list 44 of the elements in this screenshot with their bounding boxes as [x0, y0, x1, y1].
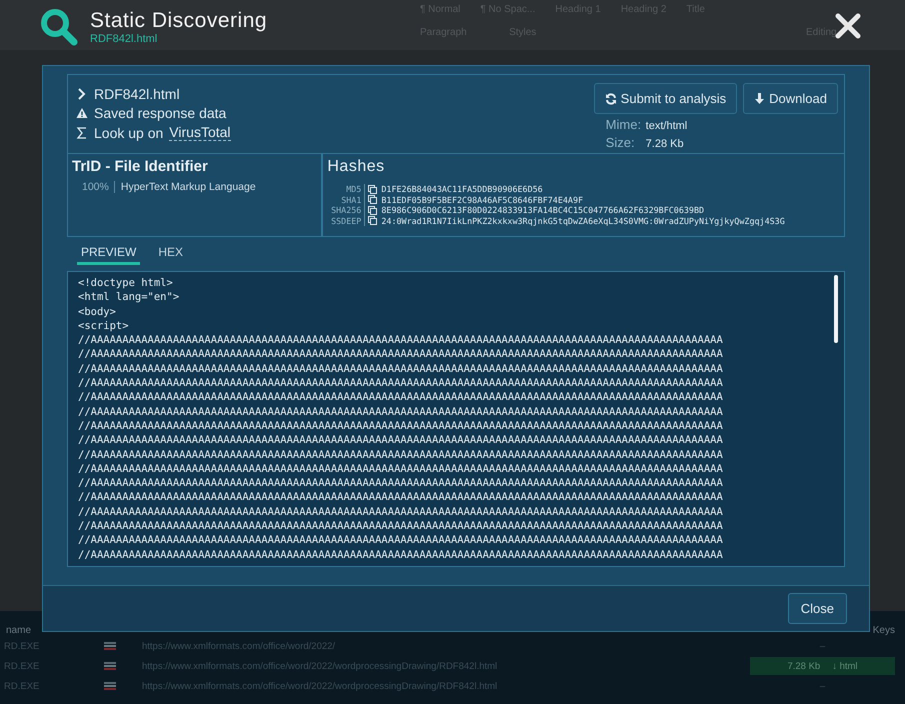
- size-label: Size:: [606, 135, 636, 150]
- warning-icon: [76, 107, 88, 119]
- hash-label: SSDEEP: [327, 216, 366, 226]
- hash-value: 8E986C906D0C6213F80D0224833913FA14BC4C15C047766A62F6329BFC0639BD: [381, 205, 704, 216]
- mime-label: Mime:: [606, 117, 640, 132]
- hash-value: B11EDF05B9F5BEF2C98A46AF5C8646FBF74E4A9F: [381, 194, 584, 205]
- close-icon[interactable]: [835, 13, 861, 39]
- download-arrow-icon: [754, 92, 766, 104]
- mime-value: text/html: [646, 120, 688, 132]
- column-header: name: [6, 625, 32, 636]
- column-header: Keys: [872, 625, 895, 636]
- flag-icon: [104, 642, 116, 650]
- size-cell-text: –: [818, 680, 826, 694]
- sigma-icon: [76, 126, 88, 138]
- hash-label: SHA1: [327, 194, 366, 205]
- size-value: 7.28 Kb: [646, 138, 684, 150]
- hashes-title: Hashes: [327, 158, 386, 176]
- hash-value: 24:0Wrad1R1N7IikLnPKZ2kxkxw3RqjnkG5tqDwZA6eXqL34S0VMG:0WradZUPyNiYgjkyQwZgqj4S3G: [381, 216, 785, 226]
- file-name: RDF842l.html: [94, 86, 180, 102]
- hash-value: D1FE26B84043AC11FA5DDB90906E6D56: [381, 184, 543, 194]
- refresh-icon: [604, 92, 617, 104]
- chevron-icon: [76, 88, 88, 100]
- download-button[interactable]: Download: [743, 83, 838, 114]
- submit-button[interactable]: Submit to analysis: [594, 83, 738, 114]
- saved-data-label: Saved response data: [94, 105, 226, 121]
- lookup-label: Look up on: [94, 124, 164, 140]
- search-icon: [40, 8, 78, 46]
- dialog-title: Static Discovering: [90, 9, 268, 33]
- size-cell: 7.28 Kb ↓ html: [750, 657, 895, 675]
- dialog-subtitle: RDF842l.html: [90, 33, 158, 45]
- virustotal-link[interactable]: VirusTotal: [169, 124, 231, 141]
- scrollbar-thumb[interactable]: [834, 275, 838, 343]
- tab[interactable]: HEX: [154, 245, 188, 265]
- trid-type: HyperText Markup Language: [120, 181, 256, 193]
- trid-title: TrID - File Identifier: [72, 158, 209, 175]
- flag-icon: [104, 662, 116, 670]
- size-cell-text: –: [818, 640, 826, 654]
- hash-label: SHA256: [327, 205, 366, 216]
- hash-label: MD5: [327, 184, 366, 194]
- tab[interactable]: PREVIEW: [77, 245, 140, 265]
- close-button[interactable]: Close: [788, 592, 847, 624]
- flag-icon: [104, 682, 116, 690]
- code-text: <!doctype html> <html lang="en"> <body> <script> //AAAAAAAAAAAAAAAAAAAAAAAAAAAAAAAAAAAAAAAAAAAAAAAAAAAAAAAAAAAAAAAAAAAAAAAAAAAAAAAAAAAAAAAAAAAAAAAAAAAA //AAAAAAAAAAAAAAAAAAAAAAAAAAAAAAAAAAAAAAAAAAAAAAAAAAAAAAAAAAAAAAAAAAAAAAAAAAAAAAAAAAAAAAAAAAAAAAAAAAAA //AAAAAAAAAAAAAAAAAAAAAAAAAAAAAAAAAAAAAAAAAAAAAAAAAAAAAAAAAAAAAAAAAAAAAAAAAAAAAAAAAAAAAAAAAAAAAAAAAAAA //AAAAAAAAAAAAAAAAAAAAAAAAAAAAAAAAAAAAAAAAAAAAAAAAAAAAAAAAAAAAAAAAAAAAAAAAAAAAAAAAAAAAAAAAAAAAAAAAAAAA //AAAAAAAAAAAAAAAAAAAAAAAAAAAAAAAAAAAAAAAAAAAAAAAAAAAAAAAAAAAAAAAAAAAAAAAAAAAAAAAAAAAAAAAAAAAAAAAAAAAA //AAAAAAAAAAAAAAAAAAAAAAAAAAAAAAAAAAAAAAAAAAAAAAAAAAAAAAAAAAAAAAAAAAAAAAAAAAAAAAAAAAAAAAAAAAAAAAAAAAAA //AAAAAAAAAAAAAAAAAAAAAAAAAAAAAAAAAAAAAAAAAAAAAAAAAAAAAAAAAAAAAAAAAAAAAAAAAAAAAAAAAAAAAAAAAAAAAAAAAAAA //AAAAAAAAAAAAAAAAAAAAAAAAAAAAAAAAAAAAAAAAAAAAAAAAAAAAAAAAAAAAAAAAAAAAAAAAAAAAAAAAAAAAAAAAAAAAAAAAAAAA //AAAAAAAAAAAAAAAAAAAAAAAAAAAAAAAAAAAAAAAAAAAAAAAAAAAAAAAAAAAAAAAAAAAAAAAAAAAAAAAAAAAAAAAAAAAAAAAAAAAA //AAAAAAAAAAAAAAAAAAAAAAAAAAAAAAAAAAAAAAAAAAAAAAAAAAAAAAAAAAAAAAAAAAAAAAAAAAAAAAAAAAAAAAAAAAAAAAAAAAAA //AAAAAAAAAAAAAAAAAAAAAAAAAAAAAAAAAAAAAAAAAAAAAAAAAAAAAAAAAAAAAAAAAAAAAAAAAAAAAAAAAAAAAAAAAAAAAAAAAAAA //AAAAAAAAAAAAAAAAAAAAAAAAAAAAAAAAAAAAAAAAAAAAAAAAAAAAAAAAAAAAAAAAAAAAAAAAAAAAAAAAAAAAAAAAAAAAAAAAAAAA //AAAAAAAAAAAAAAAAAAAAAAAAAAAAAAAAAAAAAAAAAAAAAAAAAAAAAAAAAAAAAAAAAAAAAAAAAAAAAAAAAAAAAAAAAAAAAAAAAAAA //AAAAAAAAAAAAAAAAAAAAAAAAAAAAAAAAAAAAAAAAAAAAAAAAAAAAAAAAAAAAAAAAAAAAAAAAAAAAAAAAAAAAAAAAAAAAAAAAAAAA //AAAAAAAAAAAAAAAAAAAAAAAAAAAAAAAAAAAAAAAAAAAAAAAAAAAAAAAAAAAAAAAAAAAAAAAAAAAAAAAAAAAAAAAAAAAAAAAAAAAA //AAAAAAAAAAAAAAAAAAAAAAAAAAAAAAAAAAAAAAAAAAAAAAAAAAAAAAAAAAAAAAAAAAAAAAAAAAAAAAAAAAAAAAAAAAAAAAAAAAAA: [78, 276, 724, 562]
- trid-percent: 100%: [82, 181, 115, 193]
